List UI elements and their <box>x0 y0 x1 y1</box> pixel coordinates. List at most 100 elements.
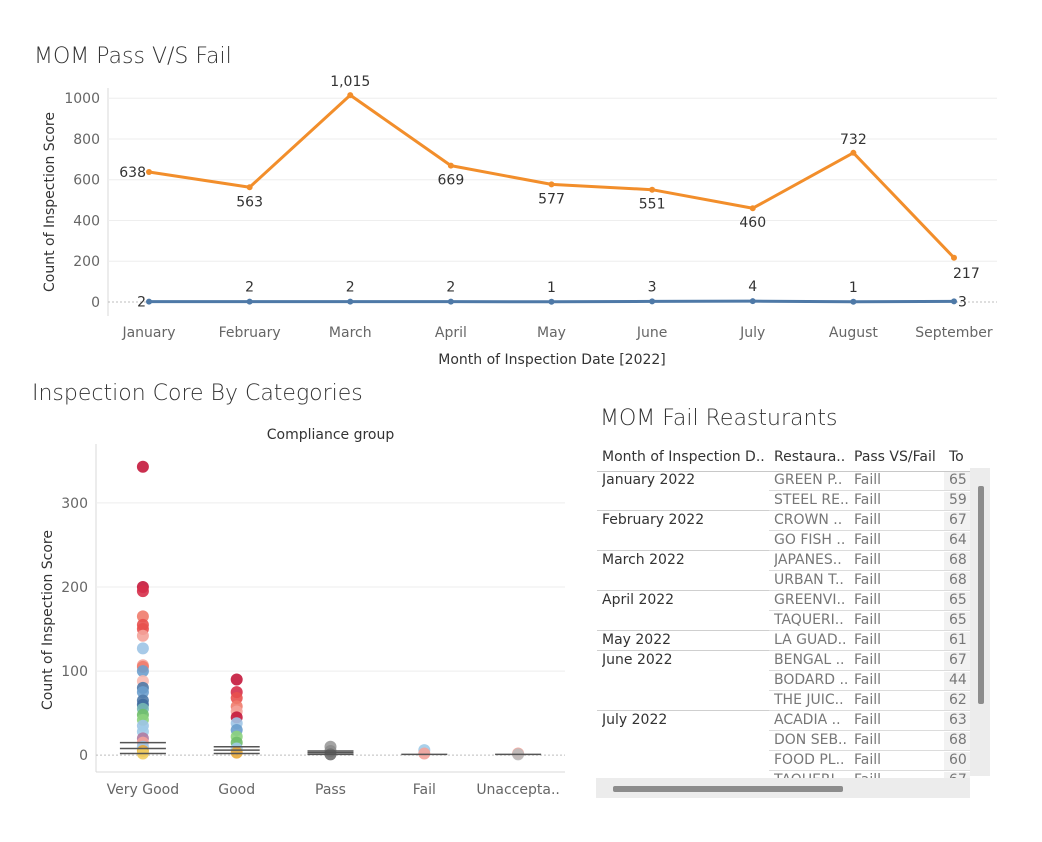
x-tick-label: September <box>915 325 993 341</box>
table-cell-pass-fail: Faill <box>854 692 882 708</box>
data-label: 3 <box>648 279 657 295</box>
data-point <box>447 298 454 305</box>
table-cell-restaurant: GREENVI.. <box>774 592 846 608</box>
x-tick-label: Unaccepta.. <box>476 782 560 798</box>
data-label: 732 <box>840 132 867 148</box>
x-tick-label: April <box>435 325 467 341</box>
x-axis-title: Month of Inspection Date [2022] <box>438 352 666 368</box>
table-cell-pass-fail: Faill <box>854 532 882 548</box>
table-row[interactable]: URBAN T.. Faill 68 <box>597 571 970 591</box>
x-tick-label: Pass <box>315 782 346 798</box>
column-header-restaurant[interactable]: Restaura.. <box>774 449 845 465</box>
x-tick-label: July <box>739 325 765 341</box>
x-tick-label: Fail <box>413 782 436 798</box>
y-axis-title: Count of Inspection Score <box>42 112 58 292</box>
data-label: 551 <box>639 197 666 213</box>
table-row[interactable]: DON SEB.. Faill 68 <box>597 731 970 751</box>
x-tick-label: Good <box>218 782 255 798</box>
table-cell-restaurant: LA GUAD.. <box>774 632 847 648</box>
table-cell-month: April 2022 <box>602 592 675 608</box>
table-row[interactable]: THE JUIC.. Faill 62 <box>597 691 970 711</box>
x-tick-label: May <box>537 325 566 341</box>
data-label: 2 <box>446 280 455 296</box>
data-point <box>749 298 756 305</box>
table-row[interactable]: March 2022 JAPANES.. Faill 68 <box>597 551 970 571</box>
data-label: 1 <box>547 280 556 296</box>
data-label: 669 <box>438 173 465 189</box>
data-label: 1,015 <box>330 74 370 90</box>
table-cell-restaurant: GREEN P.. <box>774 472 843 488</box>
table-vertical-scroll-thumb[interactable] <box>978 486 984 704</box>
table-row[interactable]: May 2022 LA GUAD.. Faill 61 <box>597 631 970 651</box>
y-tick-label: 800 <box>73 132 100 148</box>
table-cell-month: July 2022 <box>602 712 668 728</box>
data-point <box>246 298 253 305</box>
data-label: 217 <box>953 266 980 282</box>
data-label: 460 <box>739 215 766 231</box>
table-cell-pass-fail: Faill <box>854 572 882 588</box>
table-cell-total: 44 <box>949 672 967 688</box>
table-cell-total: 65 <box>949 612 967 628</box>
data-point <box>146 168 152 175</box>
table-cell-restaurant: TAQUERI.. <box>774 612 844 628</box>
table-cell-restaurant: DON SEB.. <box>774 732 847 748</box>
table-row[interactable]: January 2022 GREEN P.. Faill 65 <box>597 471 970 491</box>
x-tick-label: January <box>121 325 175 341</box>
table-row[interactable]: STEEL RE.. Faill 59 <box>597 491 970 511</box>
table-cell-pass-fail: Faill <box>854 592 882 608</box>
table-cell-month: May 2022 <box>602 632 672 648</box>
y-tick-label: 200 <box>61 580 88 596</box>
table-row[interactable]: GO FISH .. Faill 64 <box>597 531 970 551</box>
table-row[interactable]: April 2022 GREENVI.. Faill 65 <box>597 591 970 611</box>
data-label: 2 <box>137 295 146 311</box>
table-cell-pass-fail: Faill <box>854 472 882 488</box>
x-tick-label: June <box>636 325 668 341</box>
scatter-point <box>136 585 149 598</box>
table-cell-restaurant: STEEL RE.. <box>774 492 849 508</box>
line-chart: 0 200 400 600 800 1000 January February March Apr… <box>42 74 997 368</box>
table-cell-restaurant: URBAN T.. <box>774 572 844 588</box>
data-point <box>246 184 253 191</box>
data-point <box>548 181 555 188</box>
table-cell-total: 62 <box>949 692 967 708</box>
table-cell-total: 61 <box>949 632 967 648</box>
table-horizontal-scroll-thumb[interactable] <box>613 786 843 792</box>
data-point <box>850 298 857 305</box>
y-tick-label: 200 <box>73 254 100 270</box>
table-cell-total: 60 <box>949 752 967 768</box>
table-cell-month: June 2022 <box>602 652 673 668</box>
y-tick-label: 300 <box>61 496 88 512</box>
table-cell-restaurant: GO FISH .. <box>774 532 846 548</box>
table-row[interactable]: FOOD PL.. Faill 60 <box>597 751 970 771</box>
table-cell-pass-fail: Faill <box>854 712 882 728</box>
table-cell-pass-fail: Faill <box>854 672 882 688</box>
table-cell-restaurant: CROWN .. <box>774 512 843 528</box>
scatter-point <box>230 746 243 759</box>
table-cell-total: 68 <box>949 552 967 568</box>
column-header-total[interactable]: To <box>949 449 964 465</box>
table-cell-restaurant: ACADIA .. <box>774 712 841 728</box>
y-tick-label: 400 <box>73 213 100 229</box>
column-header-month[interactable]: Month of Inspection D.. <box>602 449 765 465</box>
table-row[interactable]: July 2022 ACADIA .. Faill 63 <box>597 711 970 731</box>
table-row[interactable]: BODARD .. Faill 44 <box>597 671 970 691</box>
table-row[interactable]: June 2022 BENGAL .. Faill 67 <box>597 651 970 671</box>
table-cell-total: 68 <box>949 572 967 588</box>
scatter-point <box>418 747 431 760</box>
table-cell-restaurant: BENGAL .. <box>774 652 845 668</box>
strip-chart-title: Inspection Core By Categories <box>32 381 363 406</box>
column-header-pass-fail[interactable]: Pass VS/Fail <box>854 449 936 465</box>
table-row[interactable]: TAQUERI.. Faill 65 <box>597 611 970 631</box>
scatter-point <box>136 642 149 655</box>
table-cell-pass-fail: Faill <box>854 552 882 568</box>
table-row[interactable]: February 2022 CROWN .. Faill 67 <box>597 511 970 531</box>
table-cell-pass-fail: Faill <box>854 492 882 508</box>
table-cell-pass-fail: Faill <box>854 752 882 768</box>
series-line-orange <box>148 93 956 259</box>
table-title: MOM Fail Reasturants <box>600 406 838 431</box>
table-cell-month: January 2022 <box>602 472 696 488</box>
data-point <box>951 254 957 261</box>
x-tick-label: August <box>829 325 879 341</box>
data-point <box>850 149 857 156</box>
x-tick-label: February <box>219 325 281 341</box>
